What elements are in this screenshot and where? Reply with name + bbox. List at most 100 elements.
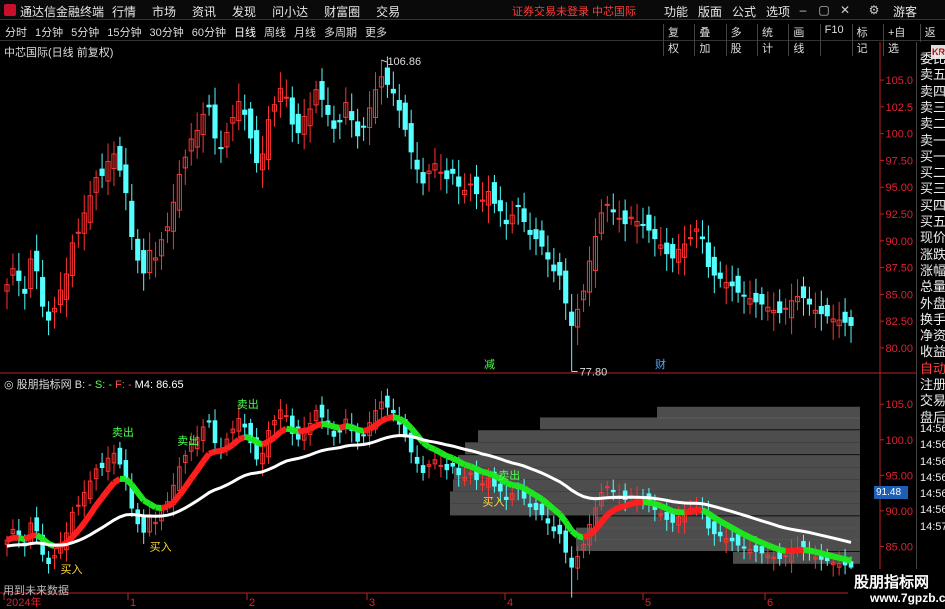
menu-item-formula[interactable]: 公式 [732, 3, 756, 20]
period-tab-3[interactable]: 15分钟 [106, 24, 142, 40]
trend-band-seg-25 [148, 501, 158, 511]
menu-item-market[interactable]: 行情 [112, 3, 136, 20]
main-y-tick-label-7: 87.50 [885, 263, 913, 275]
settings-icon[interactable]: ⚙ [866, 2, 882, 18]
main-y-tick-label-4: 95.00 [885, 182, 913, 194]
trend-band-seg-131 [779, 546, 787, 554]
candle-body-67 [402, 102, 408, 130]
candle-body-54 [325, 105, 331, 115]
side-label-28: 14:56 [920, 504, 945, 517]
minimize-icon[interactable]: – [795, 2, 811, 18]
indicator-settings-icon[interactable]: ◎ [4, 379, 14, 391]
trend-band-seg-56 [333, 423, 341, 431]
ind-candle-body-119 [712, 521, 717, 535]
indicator-name[interactable]: 股朋指标网 [17, 379, 72, 391]
trend-band-seg-129 [766, 542, 775, 551]
menu-item-function[interactable]: 功能 [664, 3, 688, 20]
candle-body-19 [117, 146, 123, 171]
trend-band-seg-58 [345, 423, 353, 430]
period-tab-6[interactable]: 日线 [233, 24, 257, 40]
trend-band-seg-82 [487, 470, 496, 479]
x-axis: 2024年 1 2 3 4 5 6 [3, 593, 773, 609]
candle-body-68 [408, 123, 414, 153]
volume-profile-bar-11 [576, 539, 860, 552]
menu-item-market-overview[interactable]: 市场 [152, 3, 176, 20]
ind-candle-body-89 [533, 503, 539, 510]
period-tab-8[interactable]: 月线 [293, 24, 317, 40]
menu-item-wealth[interactable]: 财富圈 [324, 3, 360, 20]
trend-band-seg-54 [321, 420, 329, 428]
candle-body-142 [848, 317, 854, 326]
candle-body-112 [670, 244, 676, 259]
candle-body-36 [218, 147, 224, 150]
period-tab-2[interactable]: 5分钟 [70, 24, 100, 40]
trend-band-seg-111 [659, 503, 669, 512]
candle-body-86 [515, 204, 521, 208]
candle-body-23 [141, 250, 147, 274]
ind-candle-body-70 [420, 465, 426, 473]
maximize-icon[interactable]: ▢ [816, 2, 832, 18]
period-tab-10[interactable]: 更多 [364, 24, 388, 40]
ind-candle-body-53 [319, 404, 325, 418]
trend-band-seg-52 [308, 423, 318, 432]
trend-band-seg-18 [105, 480, 117, 492]
menu-item-ask[interactable]: 问小达 [272, 3, 308, 20]
main-y-axis: 105.0 102.5 100.0 97.50 95.00 92.50 90.00 87.50… [880, 75, 913, 355]
menu-item-trade[interactable]: 交易 [376, 3, 400, 20]
period-tab-7[interactable]: 周线 [263, 24, 287, 40]
candle-body-66 [396, 99, 402, 111]
ind-candle-body-60 [361, 434, 366, 437]
ind-y-tick-label-4: 85.00 [885, 541, 913, 553]
period-tab-4[interactable]: 30分钟 [149, 24, 185, 40]
main-y-tick-label-6: 90.00 [885, 236, 913, 248]
menu-item-news[interactable]: 资讯 [192, 3, 216, 20]
ind-candle-body-94 [563, 530, 568, 553]
ind-candle-body-19 [117, 447, 123, 465]
candle-body-21 [129, 200, 135, 237]
menu-item-options[interactable]: 选项 [766, 3, 790, 20]
candle-body-16 [99, 168, 105, 176]
candle-body-20 [123, 164, 129, 194]
buy-signal-1: 买入 [150, 541, 172, 554]
ind-candle-body-112 [670, 512, 675, 523]
trend-band-seg-87 [517, 482, 526, 491]
candle-body-87 [521, 208, 527, 223]
ind-candle-body-64 [385, 395, 390, 408]
trend-band-seg-88 [522, 485, 532, 495]
trend-band-seg-62 [367, 423, 378, 432]
menu-item-layout[interactable]: 版面 [698, 3, 722, 20]
sell-signal-3: 卖出 [498, 468, 520, 482]
trend-band-seg-13 [75, 521, 87, 533]
trend-band-seg-46 [272, 429, 283, 440]
ind-candle-body-95 [569, 557, 574, 568]
period-tab-1[interactable]: 1分钟 [34, 24, 64, 40]
login-notice[interactable]: 证券交易未登录 中芯国际 [512, 3, 636, 19]
trend-band-seg-86 [511, 482, 519, 489]
candle-body-55 [331, 120, 337, 129]
period-tab-0[interactable]: 分时 [4, 24, 28, 40]
chart-area: 106.86 77.80 减 财 105.0 102.5 100.0 97.50 95.00 9… [0, 42, 916, 609]
trend-band-seg-81 [481, 469, 490, 477]
trend-band-seg-3 [18, 534, 26, 543]
guest-button[interactable]: 游客 [893, 3, 917, 20]
candle-body-75 [450, 168, 456, 174]
candle-body-3 [22, 288, 28, 294]
period-tab-9[interactable]: 多周期 [323, 24, 358, 40]
ind-candle-body-7 [46, 557, 51, 565]
candle-body-93 [557, 262, 563, 276]
close-icon[interactable]: ✕ [837, 2, 853, 18]
trend-band-seg-68 [403, 420, 414, 431]
ind-candle-body-55 [331, 430, 337, 437]
trend-band-seg-127 [754, 537, 764, 546]
candle-body-35 [212, 104, 218, 139]
period-tab-5[interactable]: 60分钟 [191, 24, 227, 40]
trend-band-seg-59 [350, 424, 359, 433]
candle-body-131 [783, 307, 789, 310]
trend-band-seg-71 [421, 440, 431, 450]
ind-candle-body-23 [141, 516, 146, 533]
ind-candle-body-76 [456, 468, 462, 476]
ind-candle-body-88 [527, 503, 533, 508]
menu-item-discover[interactable]: 发现 [232, 3, 256, 20]
candle-body-79 [473, 176, 480, 195]
side-label-25: 14:56 [920, 455, 945, 468]
